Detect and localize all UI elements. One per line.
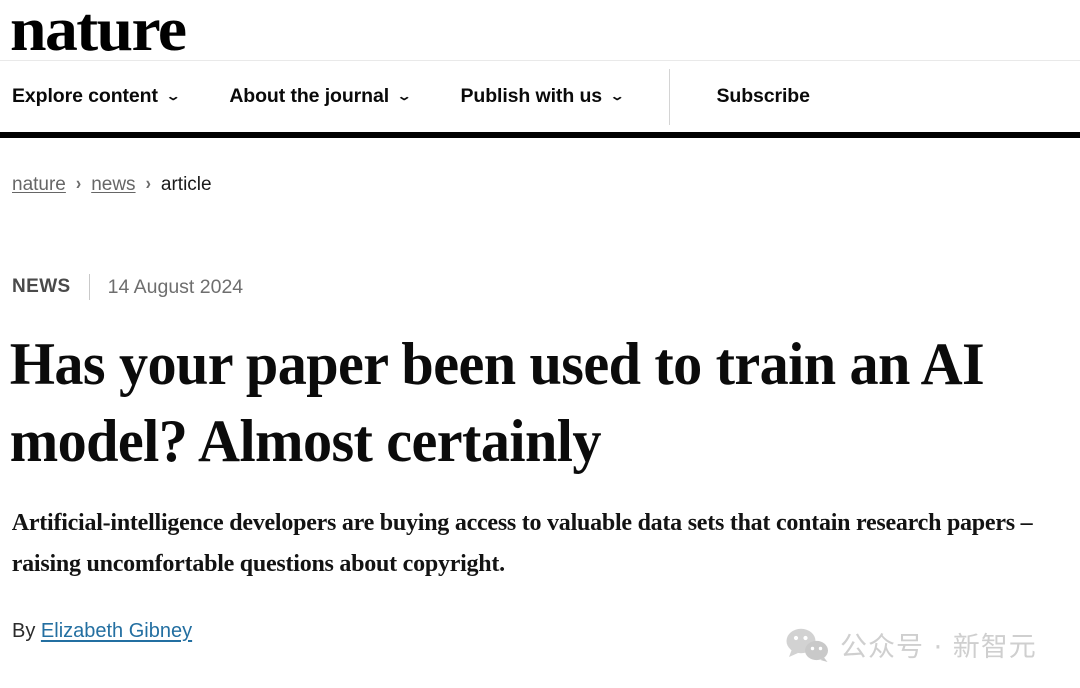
chevron-down-icon: ⌄	[165, 89, 181, 104]
watermark-label: 公众号 · 新智元	[840, 632, 1037, 663]
nav-item-subscribe[interactable]: Subscribe	[716, 85, 809, 108]
site-masthead: nature	[0, 0, 1080, 61]
nature-logo[interactable]: nature	[10, 0, 187, 61]
byline-prefix: By	[12, 619, 36, 642]
breadcrumb-separator-icon: ›	[75, 174, 82, 195]
nav-item-explore-content[interactable]: Explore content ⌄	[12, 85, 181, 108]
nav-item-label: About the journal	[229, 85, 390, 107]
nav-item-label: Explore content	[12, 85, 158, 107]
wechat-logo-icon	[786, 628, 830, 662]
chevron-down-icon: ⌄	[396, 89, 413, 104]
meta-divider	[88, 274, 90, 300]
primary-navigation: Explore content ⌄ About the journal ⌄ Pu…	[0, 60, 1080, 138]
breadcrumb-item-nature[interactable]: nature	[12, 174, 66, 196]
nav-item-publish-with-us[interactable]: Publish with us ⌄	[460, 85, 626, 108]
nav-vertical-divider	[669, 68, 671, 125]
breadcrumb-item-news[interactable]: news	[91, 174, 135, 196]
byline-author-link[interactable]: Elizabeth Gibney	[41, 620, 192, 642]
article-standfirst: Artificial-intelligence developers are b…	[11, 508, 1033, 577]
article-meta: NEWS 14 August 2024	[0, 274, 1080, 300]
nav-item-label: Subscribe	[716, 85, 810, 107]
nav-item-about-the-journal[interactable]: About the journal ⌄	[229, 85, 413, 108]
nav-item-label: Publish with us	[460, 85, 603, 107]
chevron-down-icon: ⌄	[609, 89, 626, 104]
article-headline: Has your paper been used to train an AI …	[9, 331, 985, 474]
breadcrumb-separator-icon: ›	[145, 174, 151, 195]
wechat-watermark: 公众号 · 新智元	[786, 625, 1037, 664]
breadcrumb-item-article: article	[160, 174, 212, 195]
article-kicker: NEWS	[12, 276, 71, 297]
article-publish-date: 14 August 2024	[107, 275, 244, 298]
breadcrumb: nature › news › article	[0, 138, 1080, 196]
